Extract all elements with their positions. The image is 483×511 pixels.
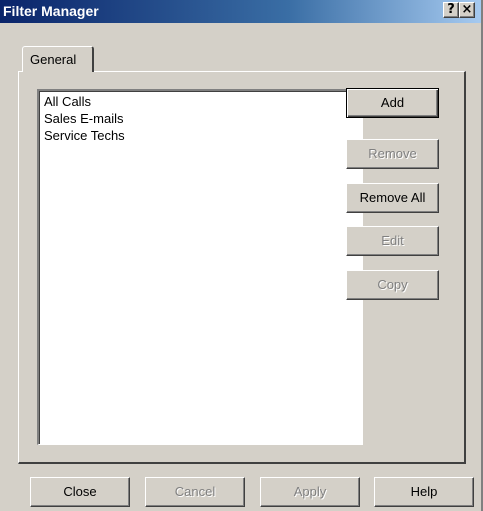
help-button[interactable]: Help (374, 477, 474, 507)
cancel-button[interactable]: Cancel (145, 477, 245, 507)
close-icon[interactable]: × (459, 2, 475, 18)
list-item[interactable]: Sales E-mails (44, 110, 362, 127)
title-bar[interactable]: Filter Manager ? × (0, 0, 481, 23)
copy-button[interactable]: Copy (346, 270, 439, 300)
apply-button[interactable]: Apply (260, 477, 360, 507)
help-icon[interactable]: ? (443, 2, 459, 18)
remove-all-button[interactable]: Remove All (346, 183, 439, 213)
list-item[interactable]: Service Techs (44, 127, 362, 144)
tab-general-label: General (30, 52, 77, 67)
list-item[interactable]: All Calls (44, 93, 362, 110)
tab-general[interactable]: General (22, 46, 94, 72)
filter-manager-dialog: Filter Manager ? × General All Calls Sal… (0, 0, 483, 511)
edit-button[interactable]: Edit (346, 226, 439, 256)
remove-button[interactable]: Remove (346, 139, 439, 169)
filter-list[interactable]: All Calls Sales E-mails Service Techs (37, 89, 363, 445)
general-tab-panel: All Calls Sales E-mails Service Techs (18, 71, 466, 464)
close-button[interactable]: Close (30, 477, 130, 507)
window-title: Filter Manager (3, 3, 99, 19)
add-button[interactable]: Add (346, 88, 439, 118)
